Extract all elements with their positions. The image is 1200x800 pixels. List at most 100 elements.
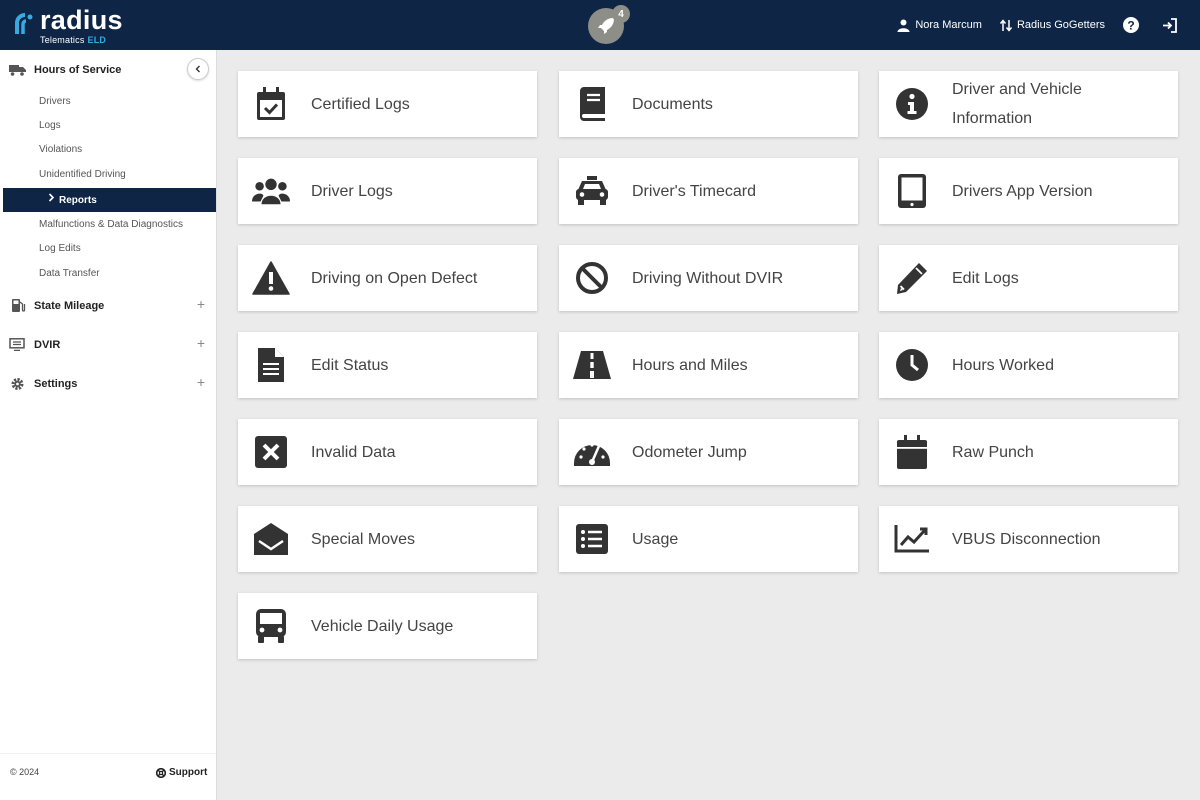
report-card-label: Driver Logs [311, 182, 393, 200]
warning-icon [252, 260, 290, 296]
support-link[interactable]: Support [156, 767, 207, 778]
envelope-open-icon [252, 521, 290, 557]
sidebar-section-settings[interactable]: Settings + [9, 374, 209, 391]
clock-icon [893, 347, 931, 383]
sidebar-section-hours-of-service[interactable]: Hours of Service [9, 64, 209, 76]
user-name: Nora Marcum [915, 19, 982, 31]
sidebar-item-logs[interactable]: Logs [39, 120, 61, 131]
report-card-label: Hours and Miles [632, 356, 748, 374]
x-square-icon [252, 434, 290, 470]
help-icon: ? [1123, 17, 1139, 33]
sidebar-footer: © 2024 Support [0, 753, 216, 800]
report-card-vehicle-daily-usage[interactable]: Vehicle Daily Usage [238, 593, 537, 659]
report-card-invalid-data[interactable]: Invalid Data [238, 419, 537, 485]
user-menu[interactable]: Nora Marcum [897, 19, 982, 32]
sidebar-section-state-mileage[interactable]: State Mileage + [9, 296, 209, 312]
report-card-drivers-app-version[interactable]: Drivers App Version [879, 158, 1178, 224]
report-card-certified-logs[interactable]: Certified Logs [238, 71, 537, 137]
report-card-label: Hours Worked [952, 356, 1054, 374]
report-card-hours-and-miles[interactable]: Hours and Miles [559, 332, 858, 398]
user-area: Nora Marcum Radius GoGetters ? [879, 0, 1182, 50]
report-card-label: Driving on Open Defect [311, 269, 478, 287]
brand-name: radius [40, 5, 123, 35]
report-card-label: Edit Status [311, 356, 389, 374]
logout-icon [1163, 17, 1177, 33]
sidebar-item-data-transfer[interactable]: Data Transfer [39, 268, 100, 279]
report-card-label: Driving Without DVIR [632, 269, 784, 287]
report-card-label: Edit Logs [952, 269, 1019, 287]
copyright: © 2024 [10, 767, 40, 777]
radius-logo-icon [15, 13, 33, 34]
switch-arrows-icon [999, 18, 1012, 32]
report-card-label: Certified Logs [311, 95, 410, 113]
report-card-edit-status[interactable]: Edit Status [238, 332, 537, 398]
report-card-label: Odometer Jump [632, 443, 747, 461]
monitor-icon [9, 338, 25, 351]
report-card-raw-punch[interactable]: Raw Punch [879, 419, 1178, 485]
expand-icon: + [196, 335, 205, 351]
user-icon [897, 19, 910, 32]
list-icon [573, 521, 611, 557]
help-button[interactable]: ? [1123, 17, 1144, 33]
report-card-documents[interactable]: Documents [559, 71, 858, 137]
report-card-label: Special Moves [311, 530, 416, 548]
expand-icon: + [196, 374, 205, 390]
top-bar: radius Telematics ELD 4 Nora Marcum Radiu… [0, 0, 1200, 50]
sidebar-item-drivers[interactable]: Drivers [39, 96, 71, 107]
sidebar-section-dvir[interactable]: DVIR + [9, 335, 209, 351]
sidebar-item-reports[interactable]: Reports [3, 188, 216, 212]
report-card-special-moves[interactable]: Special Moves [238, 506, 537, 572]
report-card-odometer-jump[interactable]: Odometer Jump [559, 419, 858, 485]
svg-text:?: ? [1127, 19, 1134, 33]
report-card-driving-without-dvir[interactable]: Driving Without DVIR [559, 245, 858, 311]
brand-subtitle: Telematics ELD [40, 35, 107, 45]
report-card-drivers-timecard[interactable]: Driver's Timecard [559, 158, 858, 224]
road-icon [573, 347, 611, 383]
report-card-label: Invalid Data [311, 443, 396, 461]
line-chart-icon [893, 521, 931, 557]
report-card-label: Driver and Vehicle Information [952, 81, 1082, 127]
sidebar-item-malfunctions[interactable]: Malfunctions & Data Diagnostics [39, 219, 183, 230]
users-icon [252, 173, 290, 209]
org-name: Radius GoGetters [1016, 19, 1105, 31]
report-card-label: Driver's Timecard [632, 182, 756, 200]
sidebar-item-log-edits[interactable]: Log Edits [39, 243, 81, 254]
report-card-usage[interactable]: Usage [559, 506, 858, 572]
sidebar: Hours of Service Drivers Logs Violations… [0, 50, 217, 800]
calendar-icon [893, 434, 931, 470]
report-card-label: VBUS Disconnection [952, 530, 1101, 548]
report-card-driving-open-defect[interactable]: Driving on Open Defect [238, 245, 537, 311]
sidebar-item-violations[interactable]: Violations [39, 144, 82, 155]
radius-logo[interactable]: radius Telematics ELD [14, 5, 154, 46]
report-card-driver-vehicle-information[interactable]: Driver and Vehicle Information [879, 71, 1178, 137]
report-card-edit-logs[interactable]: Edit Logs [879, 245, 1178, 311]
report-card-label: Vehicle Daily Usage [311, 617, 454, 635]
report-card-label: Usage [632, 530, 679, 548]
file-text-icon [252, 347, 290, 383]
pencil-icon [893, 260, 931, 296]
tablet-icon [893, 173, 931, 209]
fuel-icon [12, 299, 26, 312]
info-circle-icon [893, 86, 931, 122]
truck-icon [9, 65, 26, 76]
org-switcher[interactable]: Radius GoGetters [999, 18, 1105, 32]
report-card-driver-logs[interactable]: Driver Logs [238, 158, 537, 224]
report-card-label: Drivers App Version [952, 182, 1093, 200]
book-icon [573, 86, 611, 122]
speedometer-icon [573, 434, 611, 470]
ban-icon [573, 260, 611, 296]
lifebuoy-icon [156, 767, 166, 778]
sidebar-item-unidentified-driving[interactable]: Unidentified Driving [39, 169, 126, 180]
report-card-hours-worked[interactable]: Hours Worked [879, 332, 1178, 398]
calendar-check-icon [252, 86, 290, 122]
chevron-right-icon [48, 193, 55, 202]
gear-icon [11, 378, 24, 390]
report-card-label: Documents [632, 95, 713, 113]
bus-icon [252, 608, 290, 644]
report-card-label: Raw Punch [952, 443, 1034, 461]
expand-icon: + [196, 296, 205, 312]
report-card-vbus-disconnection[interactable]: VBUS Disconnection [879, 506, 1178, 572]
taxi-icon [573, 173, 611, 209]
notification-count-badge: 4 [612, 5, 630, 23]
logout-button[interactable] [1162, 17, 1182, 33]
